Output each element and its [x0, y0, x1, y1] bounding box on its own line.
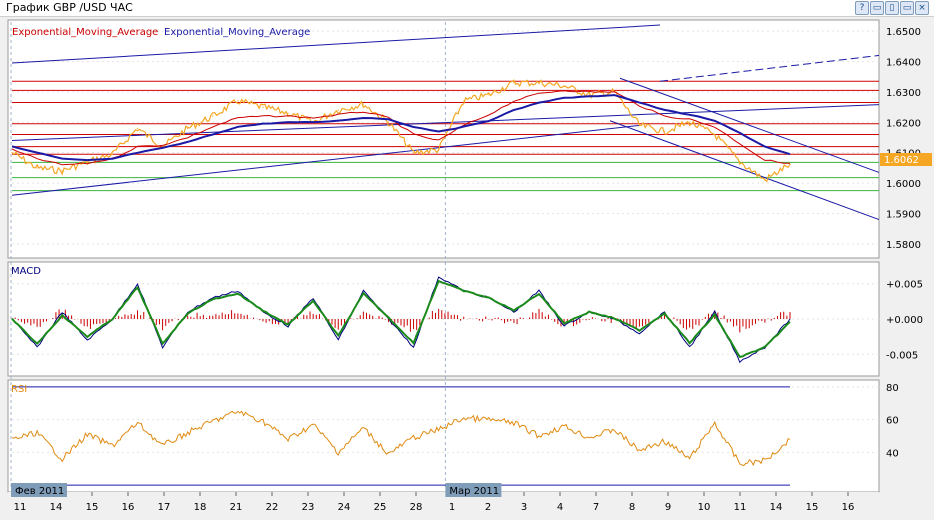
- price-point: [387, 121, 390, 123]
- legend-ema-blue: Exponential_Moving_Average: [164, 27, 310, 38]
- month-label: Фев 2011: [15, 486, 64, 497]
- month-label: Мар 2011: [449, 486, 499, 497]
- price-point: [513, 82, 515, 84]
- price-tick-label: 1.5800: [886, 240, 921, 251]
- time-tick-label: 21: [230, 502, 243, 513]
- price-point: [412, 152, 415, 154]
- price-point: [362, 103, 364, 105]
- price-point: [337, 109, 339, 111]
- price-point: [111, 153, 113, 155]
- time-tick-label: 17: [158, 502, 171, 513]
- chart-svg: 1.65001.64001.63001.62001.61001.60001.59…: [7, 19, 932, 516]
- price-point: [187, 127, 189, 129]
- time-tick-label: 14: [50, 502, 63, 513]
- price-tick-label: 1.5900: [886, 209, 921, 220]
- time-tick-label: 7: [593, 502, 599, 513]
- macd-tick-label: -0.005: [886, 350, 918, 361]
- time-axis: [8, 492, 879, 516]
- price-tick-label: 1.6400: [886, 58, 921, 69]
- price-point: [438, 149, 440, 151]
- price-point: [136, 127, 139, 129]
- price-point: [563, 85, 565, 87]
- macd-label: MACD: [11, 266, 41, 277]
- time-tick-label: 9: [665, 502, 671, 513]
- rsi-tick-label: 40: [886, 448, 899, 459]
- price-point: [714, 133, 716, 136]
- time-tick-label: 22: [266, 502, 279, 513]
- price-point: [237, 100, 239, 102]
- current-price-label: 1.6062: [884, 155, 919, 166]
- time-tick-label: 11: [734, 502, 747, 513]
- time-tick-label: 25: [374, 502, 387, 513]
- price-point: [488, 94, 490, 96]
- price-tick-label: 1.6300: [886, 88, 921, 99]
- time-tick-label: 15: [806, 502, 819, 513]
- price-point: [538, 82, 540, 84]
- price-point: [212, 115, 214, 117]
- rsi-panel: [7, 379, 880, 493]
- price-point: [764, 179, 766, 181]
- price-point: [36, 167, 38, 169]
- time-tick-label: 2: [485, 502, 491, 513]
- time-tick-label: 3: [521, 502, 527, 513]
- price-point: [789, 163, 791, 165]
- price-point: [638, 124, 641, 126]
- time-tick-label: 10: [698, 502, 711, 513]
- time-tick-label: 14: [770, 502, 783, 513]
- chart-window: График GBP /USD ЧАС ? ▭ ▯ ▭ × 1.6500 1.64…: [0, 0, 934, 520]
- price-point: [739, 161, 741, 163]
- time-tick-label: 8: [629, 502, 635, 513]
- price-tick-label: 1.6000: [886, 179, 921, 190]
- time-tick-label: 16: [122, 502, 135, 513]
- time-tick-label: 16: [842, 502, 855, 513]
- time-tick-label: 23: [302, 502, 315, 513]
- time-tick-label: 24: [338, 502, 351, 513]
- legend-ema-red: Exponential_Moving_Average: [12, 27, 158, 38]
- price-tick-label: 1.6200: [886, 118, 921, 129]
- price-point: [689, 121, 691, 123]
- price-tick-label: 1.6500: [886, 27, 921, 38]
- price-point: [61, 170, 63, 172]
- price-point: [86, 161, 88, 163]
- rsi-tick-label: 60: [886, 416, 899, 427]
- time-tick-label: 28: [410, 502, 423, 513]
- price-point: [663, 130, 666, 133]
- rsi-label: RSI: [11, 384, 27, 395]
- time-tick-label: 18: [194, 502, 207, 513]
- macd-tick-label: +0.005: [886, 280, 923, 291]
- macd-tick-label: +0.000: [886, 315, 923, 326]
- time-tick-label: 11: [14, 502, 27, 513]
- price-point: [463, 100, 465, 102]
- time-tick-label: 4: [557, 502, 563, 513]
- price-point: [262, 106, 264, 108]
- rsi-tick-label: 80: [886, 383, 899, 394]
- price-point: [11, 152, 13, 154]
- time-tick-label: 15: [86, 502, 99, 513]
- price-point: [287, 112, 289, 114]
- time-tick-label: 1: [449, 502, 455, 513]
